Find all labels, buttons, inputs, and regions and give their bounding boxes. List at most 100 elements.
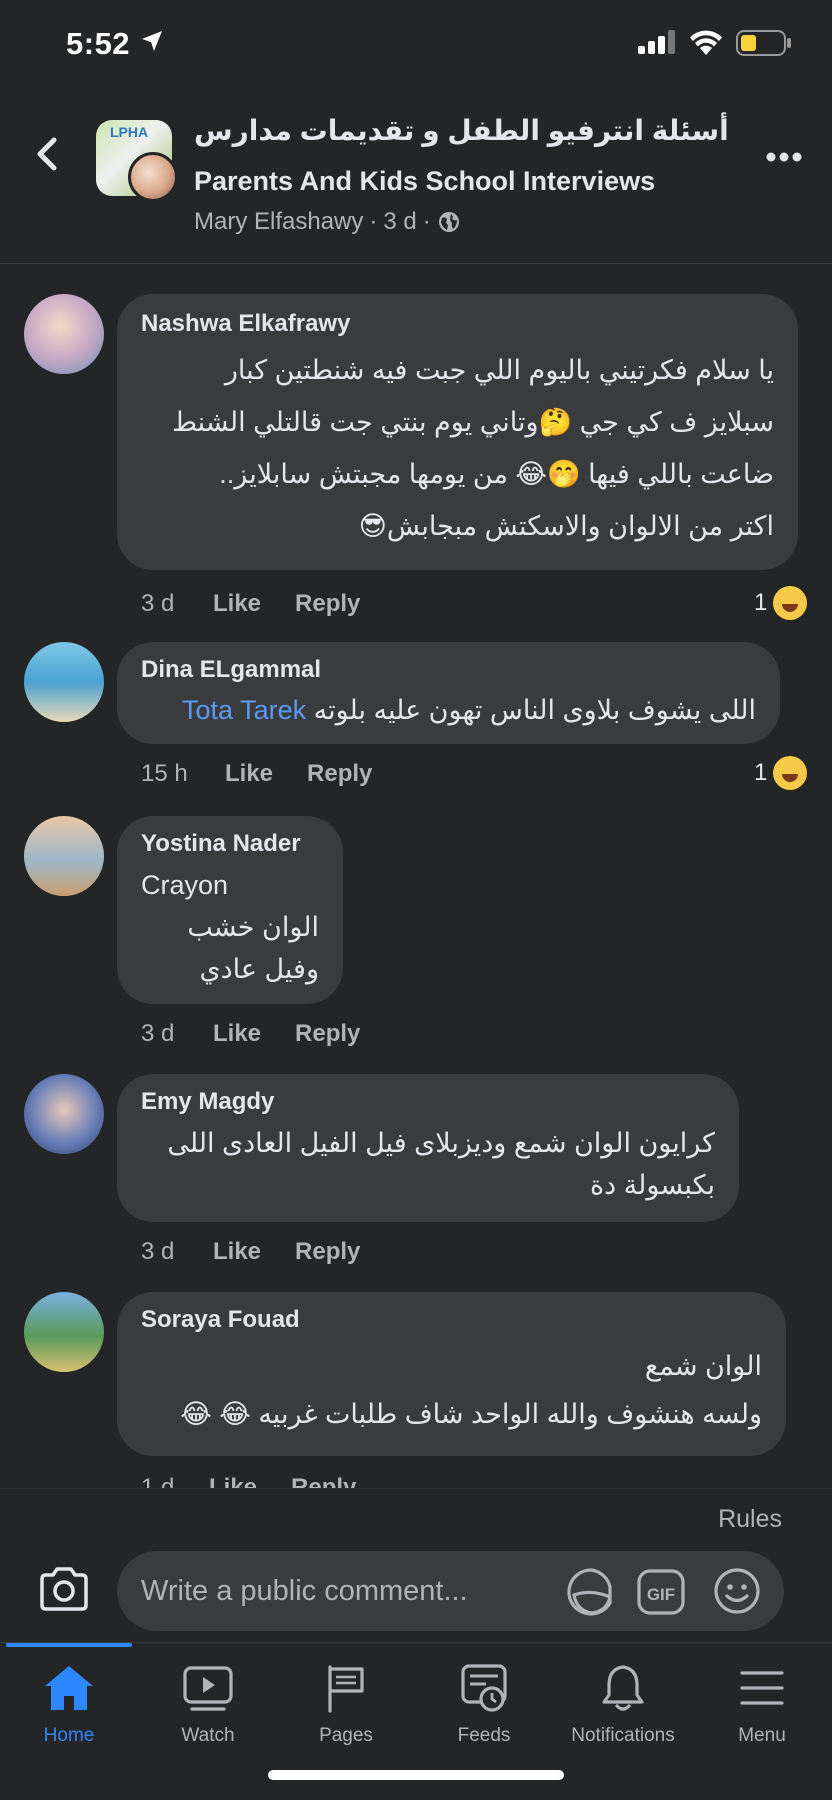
post-author[interactable]: Mary Elfashawy	[194, 208, 363, 236]
comments-list[interactable]: Nashwa Elkafrawy يا سلام فكرتيني باليوم …	[0, 266, 832, 1488]
commenter-avatar[interactable]	[24, 1074, 104, 1154]
tab-label: Notifications	[571, 1725, 675, 1746]
mention-link[interactable]: Tota Tarek	[182, 695, 306, 725]
home-icon	[45, 1666, 93, 1710]
cellular-signal-icon	[638, 30, 675, 54]
tab-label: Home	[43, 1725, 95, 1746]
wifi-icon	[690, 30, 722, 55]
commenter-avatar[interactable]	[24, 642, 104, 722]
tab-feeds[interactable]: Feeds	[415, 1661, 553, 1747]
comment-line: الوان خشب	[187, 912, 319, 942]
like-button[interactable]: Like	[209, 1474, 257, 1488]
meta-separator: ·	[369, 208, 378, 235]
tab-label: Feeds	[457, 1725, 511, 1746]
reply-button[interactable]: Reply	[295, 590, 360, 618]
comment-line: ضاعت باللي فيها 🤭😂 من يومها مجبتش سابلاي…	[219, 459, 774, 489]
post-header: LPHA أسئلة انترفيو الطفل و تقديمات مدارس…	[0, 100, 832, 264]
rules-link[interactable]: Rules	[718, 1505, 782, 1534]
tab-watch[interactable]: Watch	[139, 1661, 277, 1747]
tab-home[interactable]: Home	[0, 1661, 138, 1747]
comment-time: 1 d	[141, 1474, 175, 1488]
tab-notifications[interactable]: Notifications	[554, 1661, 692, 1747]
comment-actions: 3 d Like Reply	[141, 590, 360, 618]
comment-author[interactable]: Soraya Fouad	[141, 1306, 762, 1340]
post-meta: Mary Elfashawy · 3 d ·	[194, 208, 461, 236]
comment-author[interactable]: Nashwa Elkafrawy	[141, 310, 774, 344]
comment-author[interactable]: Dina ELgammal	[141, 656, 756, 690]
globe-icon	[438, 212, 459, 232]
comment-line: ولسه هنشوف والله الواحد شاف طلبات غربيه …	[180, 1399, 762, 1429]
like-button[interactable]: Like	[213, 1020, 261, 1048]
reply-button[interactable]: Reply	[291, 1474, 356, 1488]
meta-separator: ·	[422, 208, 431, 235]
comment-actions: 3 d Like Reply	[141, 1238, 360, 1266]
comment-time: 15 h	[141, 760, 188, 787]
status-bar: 5:52	[0, 0, 832, 90]
reaction-number: 1	[754, 759, 768, 786]
comment-text: اللى يشوف بلاوى الناس تهون عليه بلوته	[313, 695, 756, 725]
comment-author[interactable]: Yostina Nader	[141, 830, 319, 864]
comment-line: الوان شمع	[644, 1351, 762, 1381]
tab-label: Watch	[181, 1725, 235, 1746]
tab-menu[interactable]: Menu	[693, 1661, 831, 1747]
tab-label: Pages	[319, 1725, 373, 1746]
battery-icon	[736, 30, 791, 56]
reaction-count[interactable]: 1	[754, 756, 808, 790]
comment-line: بكبسولة دة	[590, 1170, 715, 1200]
group-title-english[interactable]: Parents And Kids School Interviews	[194, 166, 655, 197]
like-button[interactable]: Like	[213, 1238, 261, 1266]
more-options-icon[interactable]	[766, 150, 802, 164]
comment-input[interactable]	[141, 1551, 561, 1631]
gif-icon[interactable]: GIF	[637, 1569, 685, 1615]
reply-button[interactable]: Reply	[307, 760, 372, 788]
home-indicator	[268, 1770, 564, 1780]
comment-time: 3 d	[141, 1020, 175, 1047]
comment-author[interactable]: Emy Magdy	[141, 1088, 715, 1122]
camera-icon[interactable]	[38, 1567, 90, 1611]
post-age: 3 d	[383, 208, 417, 235]
comment-actions: 3 d Like Reply	[141, 1020, 360, 1048]
comment-time: 3 d	[141, 1238, 175, 1265]
back-arrow-icon[interactable]	[30, 134, 66, 174]
reply-button[interactable]: Reply	[295, 1238, 360, 1266]
comment-line: وفيل عادي	[199, 954, 319, 984]
comment-actions: 1 d Like Reply	[141, 1474, 356, 1488]
comment-bubble[interactable]: Soraya Fouad الوان شمع ولسه هنشوف والله …	[117, 1292, 786, 1456]
comment-time: 3 d	[141, 590, 175, 617]
comment-actions: 15 h Like Reply	[141, 760, 372, 788]
sticker-icon[interactable]	[565, 1567, 617, 1617]
bell-icon	[602, 1665, 644, 1711]
commenter-avatar[interactable]	[24, 294, 104, 374]
comment-bubble[interactable]: Yostina Nader Crayon الوان خشب وفيل عادي	[117, 816, 343, 1004]
comment-bubble[interactable]: Dina ELgammal اللى يشوف بلاوى الناس تهون…	[117, 642, 780, 744]
menu-icon	[740, 1671, 784, 1705]
active-tab-indicator	[6, 1643, 132, 1647]
comment-line: Crayon	[141, 870, 229, 900]
haha-reaction-icon	[773, 586, 808, 620]
commenter-avatar[interactable]	[24, 816, 104, 896]
commenter-avatar[interactable]	[24, 1292, 104, 1372]
tab-pages[interactable]: Pages	[277, 1661, 415, 1747]
location-arrow-icon	[142, 31, 162, 51]
comment-bubble[interactable]: Nashwa Elkafrawy يا سلام فكرتيني باليوم …	[117, 294, 798, 570]
author-avatar[interactable]	[128, 152, 178, 202]
reaction-count[interactable]: 1	[754, 586, 808, 620]
comment-line: اكتر من الالوان والاسكتش مبجابش😎	[358, 511, 774, 541]
group-title-arabic[interactable]: أسئلة انترفيو الطفل و تقديمات مدارس	[194, 114, 729, 147]
comment-composer[interactable]: GIF	[117, 1551, 784, 1631]
reply-button[interactable]: Reply	[295, 1020, 360, 1048]
watch-icon	[183, 1666, 233, 1711]
svg-text:GIF: GIF	[647, 1585, 675, 1604]
comment-composer-area: Rules GIF	[0, 1488, 832, 1642]
reaction-number: 1	[754, 589, 768, 616]
like-button[interactable]: Like	[225, 760, 273, 788]
comment-line: اللى يشوف بلاوى الناس تهون عليه بلوته To…	[141, 690, 756, 730]
emoji-icon[interactable]	[713, 1567, 761, 1615]
status-time: 5:52	[66, 26, 131, 61]
haha-reaction-icon	[773, 756, 808, 790]
comment-bubble[interactable]: Emy Magdy كرايون الوان شمع وديزبلاى فيل …	[117, 1074, 739, 1222]
comment-line: يا سلام فكرتيني باليوم اللي جبت فيه شنطت…	[224, 355, 774, 385]
like-button[interactable]: Like	[213, 590, 261, 618]
comment-line: كرايون الوان شمع وديزبلاى فيل الفيل العا…	[167, 1128, 715, 1158]
feeds-icon	[461, 1664, 507, 1712]
